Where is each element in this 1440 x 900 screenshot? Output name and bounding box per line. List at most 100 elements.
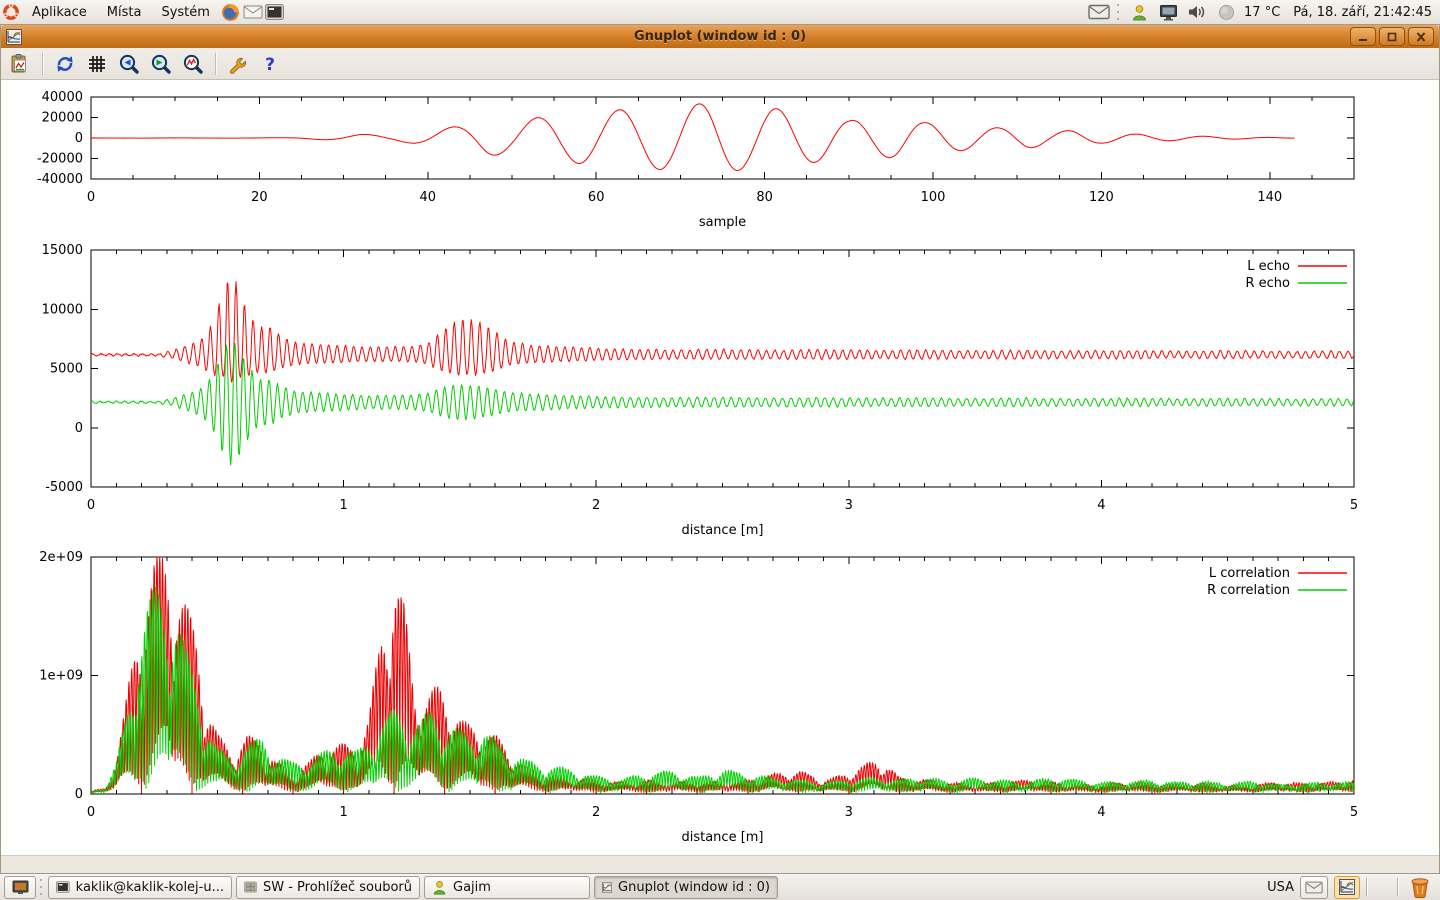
task-button-gnuplot[interactable]: Gnuplot (window id : 0) [594,876,778,899]
file-manager-icon [244,880,257,894]
top-panel: Aplikace Místa Systém [0,0,1440,25]
display-tray-icon[interactable] [1157,1,1179,23]
svg-text:-40000: -40000 [37,172,83,187]
svg-text:sample: sample [699,215,746,230]
mail-notifier-button[interactable] [1300,876,1328,899]
gnuplot-tray-button[interactable] [1334,876,1360,899]
gnuplot-canvas[interactable]: 020406080100120140-40000-200000200004000… [1,80,1439,855]
mail-launcher-icon[interactable] [242,1,264,23]
gajim-icon [432,880,447,895]
svg-text:3: 3 [845,498,853,513]
task-button-terminal[interactable]: kaklik@kaklik-kolej-u... [48,876,232,899]
taskbar-separator [1397,878,1398,896]
zoom-button[interactable] [180,51,206,77]
show-desktop-button[interactable] [4,876,36,899]
volume-tray-icon[interactable] [1186,1,1208,23]
svg-text:20: 20 [251,190,268,205]
gnuplot-window-icon [6,29,22,45]
terminal-icon [56,880,70,894]
terminal-launcher-icon[interactable] [264,1,286,23]
maximize-button[interactable] [1379,27,1405,46]
svg-text:80: 80 [756,190,773,205]
svg-text:?: ? [265,55,275,75]
replot-button[interactable] [52,51,78,77]
window-title: Gnuplot (window id : 0) [1,29,1439,44]
svg-text:140: 140 [1257,190,1282,205]
tray-mail-icon[interactable] [1088,1,1110,23]
ubuntu-logo-icon[interactable] [0,1,22,23]
task-label: SW - Prohlížeč souborů [263,880,412,895]
svg-text:0: 0 [87,498,95,513]
menu-places-label: Místa [107,5,142,20]
svg-text:-20000: -20000 [37,152,83,167]
svg-text:distance [m]: distance [m] [681,830,763,845]
weather-tray-icon[interactable] [1215,1,1237,23]
task-button-file-manager[interactable]: SW - Prohlížeč souborů [236,876,420,899]
task-label: Gajim [453,880,491,895]
plots-svg: 020406080100120140-40000-200000200004000… [1,80,1439,855]
svg-text:1: 1 [339,805,347,820]
menu-applications-label: Aplikace [32,5,87,20]
svg-text:2e+09: 2e+09 [39,550,83,565]
svg-text:60: 60 [588,190,605,205]
next-zoom-button[interactable] [148,51,174,77]
svg-text:100: 100 [921,190,946,205]
svg-text:0: 0 [87,190,95,205]
temperature-label[interactable]: 17 °C [1244,5,1280,20]
toolbar-separator [215,53,216,75]
gnuplot-window: Gnuplot (window id : 0) [0,25,1440,873]
toolbar-separator [42,53,43,75]
settings-wrench-button[interactable] [225,51,251,77]
svg-text:0: 0 [75,787,83,802]
svg-text:10000: 10000 [42,302,83,317]
svg-text:0: 0 [75,421,83,436]
clock-label[interactable]: Pá, 18. září, 21:42:45 [1293,5,1432,20]
svg-text:0: 0 [87,805,95,820]
task-button-gajim[interactable]: Gajim [424,876,590,899]
svg-text:2: 2 [592,805,600,820]
svg-text:5: 5 [1350,498,1358,513]
taskbar: kaklik@kaklik-kolej-u... SW - Prohlížeč … [0,873,1440,900]
window-statusbar [1,855,1439,873]
tray-handle[interactable] [1117,2,1121,22]
minimize-button[interactable] [1350,27,1376,46]
grid-button[interactable] [84,51,110,77]
svg-text:1e+09: 1e+09 [39,669,83,684]
svg-text:distance [m]: distance [m] [681,523,763,538]
previous-zoom-button[interactable] [116,51,142,77]
copy-to-clipboard-button[interactable] [7,51,33,77]
help-button[interactable]: ? [257,51,283,77]
svg-text:R correlation: R correlation [1207,583,1290,598]
svg-text:-5000: -5000 [45,480,83,495]
svg-text:4: 4 [1097,498,1105,513]
svg-text:20000: 20000 [42,111,83,126]
menu-system[interactable]: Systém [151,0,219,24]
firefox-launcher-icon[interactable] [220,1,242,23]
svg-text:L echo: L echo [1247,259,1290,274]
taskbar-separator [1366,878,1367,896]
svg-text:15000: 15000 [42,243,83,258]
menu-applications[interactable]: Aplikace [22,0,97,24]
svg-text:5: 5 [1350,805,1358,820]
menu-system-label: Systém [161,5,209,20]
menu-places[interactable]: Místa [97,0,152,24]
svg-text:40: 40 [420,190,437,205]
svg-text:1: 1 [339,498,347,513]
keyboard-layout-indicator[interactable]: USA [1267,880,1294,895]
svg-text:2: 2 [592,498,600,513]
svg-text:5000: 5000 [50,362,83,377]
svg-text:4: 4 [1097,805,1105,820]
gnuplot-icon [602,880,612,895]
tasklist-handle[interactable] [40,877,44,897]
close-button[interactable] [1408,27,1434,46]
trash-applet[interactable] [1404,877,1436,898]
svg-text:120: 120 [1089,190,1114,205]
svg-text:L correlation: L correlation [1209,566,1290,581]
svg-text:0: 0 [75,131,83,146]
gajim-tray-icon[interactable] [1128,1,1150,23]
svg-text:R echo: R echo [1245,276,1290,291]
svg-text:40000: 40000 [42,90,83,105]
window-titlebar[interactable]: Gnuplot (window id : 0) [1,25,1439,48]
task-label: Gnuplot (window id : 0) [618,880,770,895]
window-toolbar: ? [1,48,1439,80]
